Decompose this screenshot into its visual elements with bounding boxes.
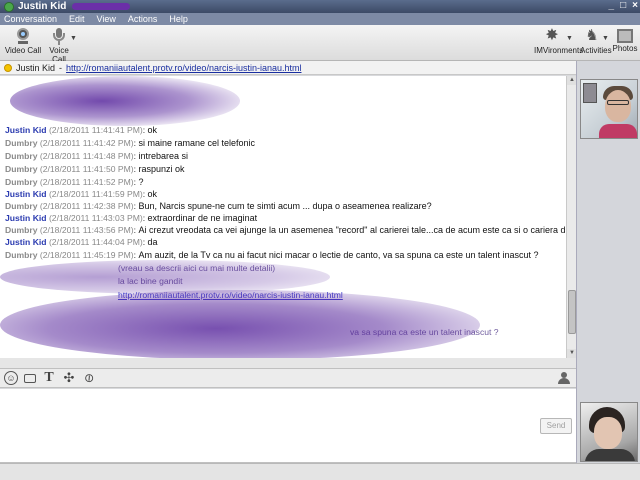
menu-help[interactable]: Help <box>169 14 188 24</box>
maximize-button[interactable]: □ <box>620 0 626 11</box>
chat-message: Dumbry (2/18/2011 11:41:42 PM): si maine… <box>5 138 256 148</box>
obscured-message: va sa spuna ca este un talent inascut ? <box>350 327 499 337</box>
menu-actions[interactable]: Actions <box>128 14 158 24</box>
activities-button[interactable]: ♞ Activities <box>580 27 612 55</box>
chat-message: Dumbry (2/18/2011 11:42:38 PM): Bun, Nar… <box>5 201 432 211</box>
voice-call-button[interactable]: Voice Call <box>44 27 74 64</box>
chat-scrollbar[interactable]: ▲ ▼ <box>566 76 577 358</box>
activities-icon: ♞ <box>585 27 599 44</box>
video-call-label: Video Call <box>4 46 42 55</box>
buddy-name[interactable]: Justin Kid <box>16 63 55 73</box>
obscured-message: la lac bine gandit <box>118 276 183 286</box>
send-button[interactable]: Send <box>540 418 572 434</box>
menu-edit[interactable]: Edit <box>69 14 85 24</box>
voice-call-dropdown-icon[interactable]: ▼ <box>70 35 77 42</box>
splitter[interactable] <box>0 358 576 368</box>
window-title: Justin Kid <box>18 1 67 12</box>
menu-conversation[interactable]: Conversation <box>4 14 57 24</box>
buddy-status-bar: Justin Kid - http://romaniiautalent.prot… <box>0 61 576 75</box>
imvironments-dropdown-icon[interactable]: ▼ <box>566 35 573 42</box>
attach-icon[interactable]: ⊘ <box>79 368 99 388</box>
chat-transcript[interactable]: Justin Kid (2/18/2011 11:41:41 PM): ok D… <box>0 76 566 358</box>
chat-message: Dumbry (2/18/2011 11:41:48 PM): intrebar… <box>5 151 188 161</box>
minimize-button[interactable]: _ <box>609 0 615 11</box>
message-input[interactable] <box>0 389 576 463</box>
buddy-info-icon[interactable] <box>558 372 570 384</box>
audibles-icon[interactable]: ✣ <box>62 370 76 385</box>
buddy-status-icon <box>4 63 12 72</box>
photos-icon <box>617 29 633 43</box>
obscured-link[interactable]: http://romaniiautalent.protv.ro/video/na… <box>118 290 343 301</box>
imvironments-button[interactable]: ✸ IMVironments <box>534 27 583 55</box>
obscured-message: (vreau sa descrii aici cu mai multe deta… <box>118 263 276 273</box>
menu-bar: Conversation Edit View Actions Help <box>0 13 640 25</box>
scroll-thumb[interactable] <box>568 290 576 334</box>
formatting-toolbar: ☺ T ✣ ⊘ <box>0 368 576 388</box>
video-camera-icon <box>13 27 33 45</box>
my-display-image[interactable] <box>580 402 638 462</box>
scribble-overlay <box>10 76 240 126</box>
buddy-status-link[interactable]: http://romaniiautalent.protv.ro/video/na… <box>66 63 301 73</box>
buddy-display-image[interactable] <box>580 79 638 139</box>
chat-message: Dumbry (2/18/2011 11:45:19 PM): Am auzit… <box>5 250 539 260</box>
text-format-icon[interactable]: T <box>42 370 56 385</box>
photos-label: Photos <box>612 44 638 53</box>
activities-dropdown-icon[interactable]: ▼ <box>602 35 609 42</box>
chat-message: Justin Kid (2/18/2011 11:41:59 PM): ok <box>5 189 158 199</box>
microphone-icon <box>49 27 69 45</box>
imvironments-icon: ✸ <box>545 27 559 44</box>
imvironments-label: IMVironments <box>534 46 584 55</box>
title-bar: Justin Kid _ □ × <box>0 0 640 13</box>
chat-message: Justin Kid (2/18/2011 11:41:41 PM): ok <box>5 125 158 135</box>
obscured-status <box>72 3 131 10</box>
chat-message: Dumbry (2/18/2011 11:41:52 PM): ? <box>5 177 144 187</box>
video-call-button[interactable]: Video Call <box>4 27 42 55</box>
emoticon-icon[interactable]: ☺ <box>4 371 18 385</box>
toolbar: Video Call Voice Call ▼ ✸ IMVironments ▼… <box>0 25 640 64</box>
yahoo-status-icon <box>4 1 14 12</box>
close-button[interactable]: × <box>632 0 638 11</box>
activities-label: Activities <box>580 46 612 55</box>
chat-message: Dumbry (2/18/2011 11:43:56 PM): Ai crezu… <box>5 225 566 235</box>
chat-message: Dumbry (2/18/2011 11:41:50 PM): raspunzi… <box>5 164 185 174</box>
bubble-icon[interactable] <box>24 373 36 383</box>
photos-button[interactable]: Photos <box>612 27 638 53</box>
menu-view[interactable]: View <box>97 14 116 24</box>
status-bar <box>0 463 640 480</box>
window-controls: _ □ × <box>609 0 638 11</box>
chat-message: Justin Kid (2/18/2011 11:44:04 PM): da <box>5 237 158 247</box>
chat-message: Justin Kid (2/18/2011 11:43:03 PM): extr… <box>5 213 258 223</box>
